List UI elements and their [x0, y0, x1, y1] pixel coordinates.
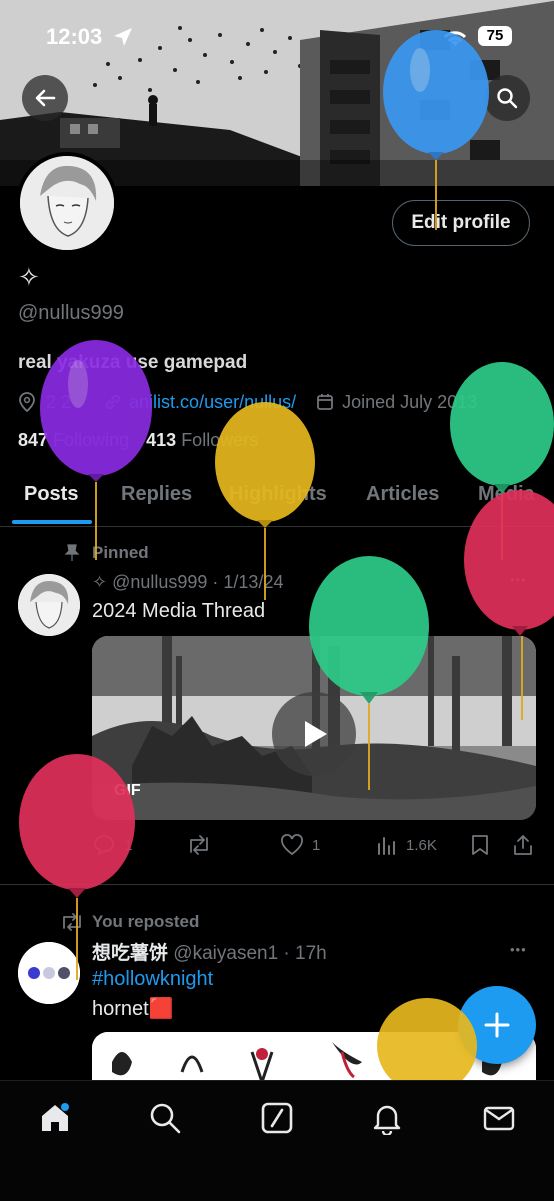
- repost-text: hornet🟥: [92, 998, 174, 1020]
- repost-hashtag[interactable]: #hollowknight: [92, 968, 213, 991]
- post-author[interactable]: ✧ @nullus999 · 1/13/24: [92, 572, 283, 592]
- avatar-image: [20, 156, 114, 250]
- profile-tabs: Posts Replies Highlights Articles Media: [0, 466, 554, 527]
- following-label: Following: [53, 430, 130, 450]
- repost-author-avatar[interactable]: [18, 942, 80, 1004]
- follow-stats: 847 Following 413 Followers: [18, 430, 258, 451]
- battery-indicator: 75: [478, 26, 512, 46]
- play-icon: [305, 721, 327, 747]
- views-count: 1.6K: [406, 836, 437, 854]
- pinned-label: Pinned: [92, 543, 149, 562]
- grok-icon: [261, 1102, 293, 1134]
- home-icon: [42, 1103, 69, 1131]
- tab-media[interactable]: Media: [478, 466, 535, 526]
- share-button[interactable]: [512, 830, 534, 860]
- more-icon: •••: [510, 572, 527, 587]
- reply-button[interactable]: 1: [92, 830, 132, 860]
- calendar-icon: [317, 394, 334, 410]
- compose-post-button[interactable]: [458, 986, 536, 1064]
- following-count: 847: [18, 430, 49, 450]
- battery-level: 75: [486, 27, 504, 44]
- post-more-button[interactable]: •••: [510, 572, 527, 587]
- profile-bio: real yakuza use gamepad: [18, 352, 248, 373]
- following-link[interactable]: 847 Following: [18, 430, 134, 450]
- bottom-navigation: [0, 1080, 554, 1201]
- tab-articles[interactable]: Articles: [366, 466, 439, 526]
- repost-author-handle[interactable]: @kaiyasen1 · 17h: [173, 943, 326, 964]
- search-icon: [150, 1103, 181, 1134]
- post-author-avatar[interactable]: [18, 574, 80, 636]
- followers-link[interactable]: 413 Followers: [146, 430, 258, 450]
- joined-date: Joined July 2013: [342, 391, 478, 412]
- reply-count: 1: [124, 836, 133, 854]
- followers-count: 413: [146, 430, 177, 450]
- bookmark-icon: [472, 835, 488, 855]
- gif-badge: GIF: [114, 782, 141, 799]
- repost-button[interactable]: [186, 830, 212, 860]
- repost-label: You reposted: [92, 912, 200, 931]
- views-button[interactable]: 1.6K: [376, 830, 437, 860]
- edit-profile-button[interactable]: Edit profile: [392, 200, 530, 246]
- repost-author-name[interactable]: 想吃薯饼: [92, 943, 168, 964]
- like-count: 1: [312, 836, 321, 854]
- nav-notifications[interactable]: [370, 1101, 404, 1137]
- nav-messages[interactable]: [482, 1101, 516, 1135]
- repost-more-button[interactable]: •••: [510, 942, 527, 957]
- play-button[interactable]: [272, 692, 356, 776]
- bell-icon: [373, 1105, 401, 1137]
- nav-grok[interactable]: [260, 1101, 294, 1135]
- nav-home[interactable]: [38, 1101, 72, 1135]
- profile-handle: @nullus999: [18, 302, 124, 324]
- tab-posts[interactable]: Posts: [24, 466, 78, 526]
- more-icon: •••: [510, 942, 527, 957]
- tab-highlights[interactable]: Highlights: [229, 466, 327, 526]
- location-pin-icon: [19, 392, 35, 412]
- mail-icon: [483, 1106, 515, 1131]
- heart-icon: [281, 834, 303, 856]
- display-name: ✧: [18, 262, 40, 292]
- back-button[interactable]: [22, 75, 68, 121]
- reply-icon: [94, 835, 114, 856]
- status-bar: 12:03 75: [0, 0, 554, 70]
- post-divider: [0, 884, 554, 885]
- wifi-icon: [443, 31, 467, 46]
- post-author-line: ✧ @nullus999 · 1/13/24: [92, 572, 283, 593]
- bookmark-button[interactable]: [470, 830, 490, 860]
- repost-avatar-image: [18, 942, 80, 1004]
- views-chart-icon: [378, 837, 395, 855]
- pin-icon: [64, 544, 80, 561]
- status-time: 12:03: [46, 24, 103, 49]
- website-link[interactable]: anilist.co/user/nullus/: [129, 392, 296, 413]
- share-icon: [514, 835, 532, 855]
- profile-avatar[interactable]: [16, 152, 118, 254]
- search-icon: [497, 88, 518, 109]
- link-icon: [105, 394, 121, 410]
- back-arrow-icon: [35, 89, 56, 107]
- like-button[interactable]: 1: [280, 830, 320, 860]
- post-text: 2024 Media Thread: [92, 600, 266, 622]
- search-button[interactable]: [484, 75, 530, 121]
- nav-search[interactable]: [148, 1101, 182, 1135]
- location-text: 2 2: [46, 391, 72, 412]
- plus-icon: [484, 1012, 510, 1038]
- tab-replies[interactable]: Replies: [121, 466, 192, 526]
- followers-label: Followers: [181, 430, 259, 450]
- active-tab-indicator: [12, 520, 92, 524]
- repost-indicator-icon: [63, 913, 81, 931]
- author-avatar-image: [18, 574, 80, 636]
- repost-icon: [190, 835, 208, 855]
- location-arrow-icon: [114, 28, 132, 46]
- repost-author-line: 想吃薯饼 @kaiyasen1 · 17h: [92, 938, 327, 965]
- post-media-gif[interactable]: GIF: [92, 636, 536, 820]
- profile-meta: 2 2 anilist.co/user/nullus/ Joined July …: [18, 390, 477, 414]
